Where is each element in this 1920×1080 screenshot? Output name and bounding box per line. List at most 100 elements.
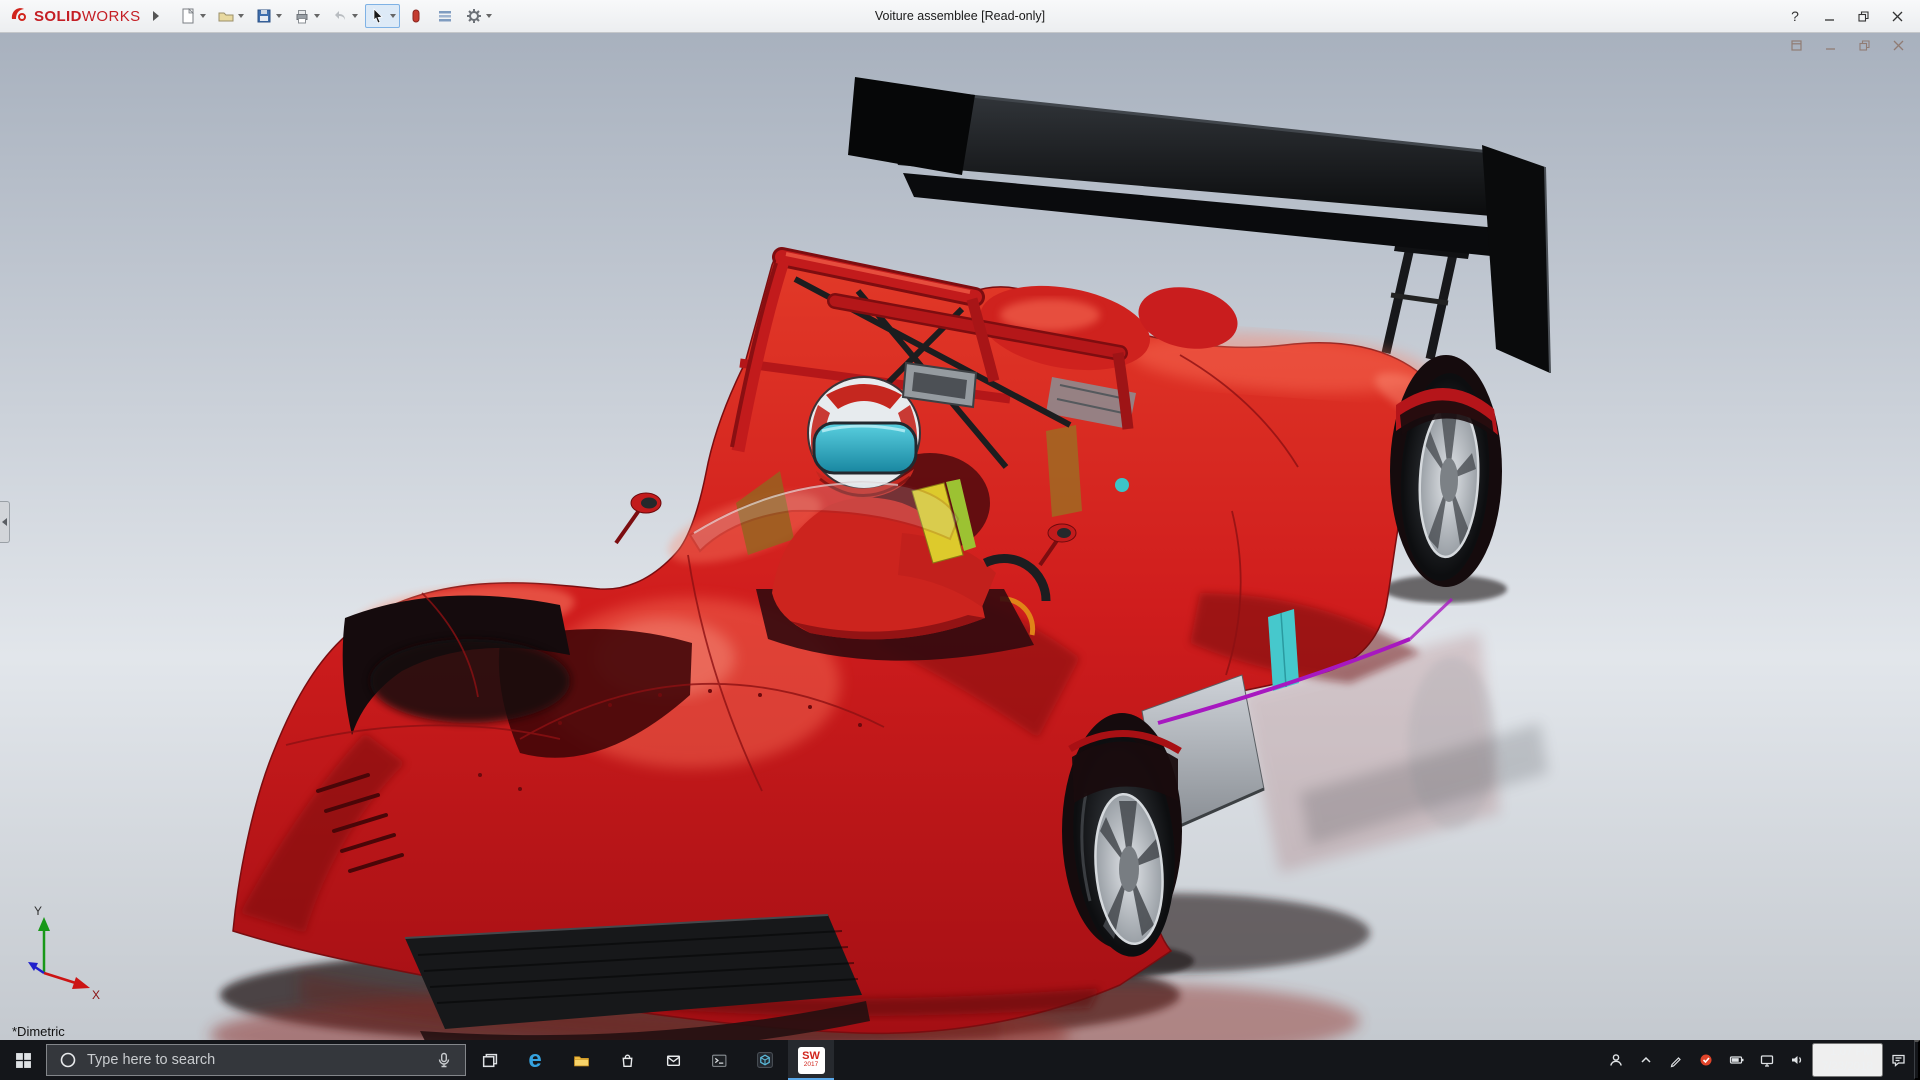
doc-dock-button[interactable] bbox=[1786, 37, 1806, 53]
restore-icon bbox=[1858, 11, 1869, 22]
cortana-icon bbox=[59, 1051, 77, 1069]
network-icon bbox=[1759, 1052, 1775, 1068]
display-pane-button[interactable] bbox=[432, 4, 458, 28]
volume-icon bbox=[1789, 1052, 1805, 1068]
battery-button[interactable] bbox=[1721, 1040, 1752, 1080]
brand-solid: SOLID bbox=[34, 8, 82, 25]
task-view-icon bbox=[481, 1052, 498, 1069]
start-button[interactable] bbox=[0, 1040, 46, 1080]
undo-button[interactable] bbox=[327, 4, 362, 28]
people-button[interactable] bbox=[1601, 1040, 1631, 1080]
gear-icon bbox=[465, 7, 483, 25]
taskbar-search[interactable]: Type here to search bbox=[46, 1044, 466, 1076]
menu-flyout-arrow-icon[interactable] bbox=[152, 10, 160, 22]
search-placeholder: Type here to search bbox=[87, 1052, 215, 1068]
command-prompt-button[interactable] bbox=[696, 1040, 742, 1080]
y-axis-label: Y bbox=[34, 904, 42, 918]
scene-canvas: Y X bbox=[0, 33, 1920, 1040]
antivirus-button[interactable] bbox=[1691, 1040, 1721, 1080]
solidworks-2017-icon: SW 2017 bbox=[798, 1047, 825, 1074]
dropdown-caret[interactable] bbox=[390, 14, 396, 18]
clock-date: 7/23/2018 bbox=[1822, 1060, 1873, 1075]
dropdown-caret[interactable] bbox=[200, 14, 206, 18]
viewport-3d[interactable]: Y X bbox=[0, 33, 1920, 1040]
file-explorer-icon bbox=[572, 1052, 591, 1069]
dock-icon bbox=[1791, 40, 1802, 51]
command-prompt-icon bbox=[710, 1052, 728, 1069]
options-button[interactable] bbox=[461, 4, 496, 28]
minimize-button[interactable] bbox=[1814, 4, 1844, 28]
chevron-up-icon bbox=[1638, 1052, 1654, 1068]
edrawings-icon bbox=[756, 1051, 774, 1069]
taskbar-clock[interactable]: 1:07 PM 7/23/2018 bbox=[1812, 1043, 1883, 1077]
solidworks-app-button[interactable]: SW 2017 bbox=[788, 1040, 834, 1080]
ds-logo-icon bbox=[8, 4, 28, 29]
edge-button[interactable]: e bbox=[512, 1040, 558, 1080]
system-tray: 1:07 PM 7/23/2018 bbox=[1601, 1040, 1920, 1080]
panel-collapse-tab[interactable] bbox=[0, 501, 10, 543]
action-center-icon bbox=[1890, 1052, 1907, 1068]
dropdown-caret[interactable] bbox=[276, 14, 282, 18]
rebuild-button[interactable] bbox=[403, 4, 429, 28]
task-view-button[interactable] bbox=[466, 1040, 512, 1080]
restore-button[interactable] bbox=[1848, 4, 1878, 28]
mail-icon bbox=[665, 1052, 682, 1069]
display-pane-icon bbox=[436, 7, 454, 25]
store-icon bbox=[619, 1052, 636, 1069]
new-document-icon bbox=[179, 7, 197, 25]
doc-restore-button[interactable] bbox=[1854, 37, 1874, 53]
dropdown-caret[interactable] bbox=[314, 14, 320, 18]
rear-wheel bbox=[1390, 355, 1502, 587]
microphone-icon[interactable] bbox=[435, 1051, 453, 1069]
new-document-button[interactable] bbox=[175, 4, 210, 28]
battery-icon bbox=[1728, 1052, 1745, 1068]
app-titlebar: SOLIDWORKS bbox=[0, 0, 1920, 33]
save-button[interactable] bbox=[251, 4, 286, 28]
minimize-icon bbox=[1825, 40, 1836, 51]
dropdown-caret[interactable] bbox=[352, 14, 358, 18]
hidden-icons-button[interactable] bbox=[1631, 1040, 1661, 1080]
view-orientation-label: *Dimetric bbox=[12, 1024, 65, 1039]
doc-close-button[interactable] bbox=[1888, 37, 1908, 53]
close-icon bbox=[1893, 40, 1904, 51]
document-window-controls bbox=[1786, 37, 1908, 53]
open-button[interactable] bbox=[213, 4, 248, 28]
edge-icon: e bbox=[528, 1048, 541, 1072]
print-button[interactable] bbox=[289, 4, 324, 28]
dropdown-caret[interactable] bbox=[486, 14, 492, 18]
select-cursor-icon bbox=[369, 7, 387, 25]
screen: SOLIDWORKS bbox=[0, 0, 1920, 1080]
save-icon bbox=[255, 7, 273, 25]
close-button[interactable] bbox=[1882, 4, 1912, 28]
dropdown-caret[interactable] bbox=[238, 14, 244, 18]
restore-icon bbox=[1859, 40, 1870, 51]
doc-minimize-button[interactable] bbox=[1820, 37, 1840, 53]
action-center-button[interactable] bbox=[1883, 1040, 1914, 1080]
pen-settings-button[interactable] bbox=[1661, 1040, 1691, 1080]
taskbar: Type here to search e bbox=[0, 1040, 1920, 1080]
teal-detail bbox=[1115, 478, 1129, 492]
clock-time: 1:07 PM bbox=[1822, 1045, 1873, 1060]
open-folder-icon bbox=[217, 7, 235, 25]
x-axis-label: X bbox=[92, 988, 100, 1002]
person-icon bbox=[1608, 1052, 1624, 1068]
help-button[interactable]: ? bbox=[1780, 4, 1810, 28]
rebuild-icon bbox=[407, 7, 425, 25]
volume-button[interactable] bbox=[1782, 1040, 1812, 1080]
edrawings-button[interactable] bbox=[742, 1040, 788, 1080]
windows-logo-icon bbox=[15, 1052, 32, 1069]
undo-icon bbox=[331, 7, 349, 25]
select-tool-button[interactable] bbox=[365, 4, 400, 28]
antivirus-icon bbox=[1698, 1052, 1714, 1068]
solidworks-brand: SOLIDWORKS bbox=[34, 8, 141, 25]
store-button[interactable] bbox=[604, 1040, 650, 1080]
pen-icon bbox=[1668, 1052, 1684, 1068]
show-desktop-button[interactable] bbox=[1914, 1040, 1920, 1080]
brand-works: WORKS bbox=[82, 8, 141, 25]
network-button[interactable] bbox=[1752, 1040, 1782, 1080]
minimize-icon bbox=[1824, 11, 1835, 22]
close-icon bbox=[1892, 11, 1903, 22]
mail-button[interactable] bbox=[650, 1040, 696, 1080]
file-explorer-button[interactable] bbox=[558, 1040, 604, 1080]
print-icon bbox=[293, 7, 311, 25]
